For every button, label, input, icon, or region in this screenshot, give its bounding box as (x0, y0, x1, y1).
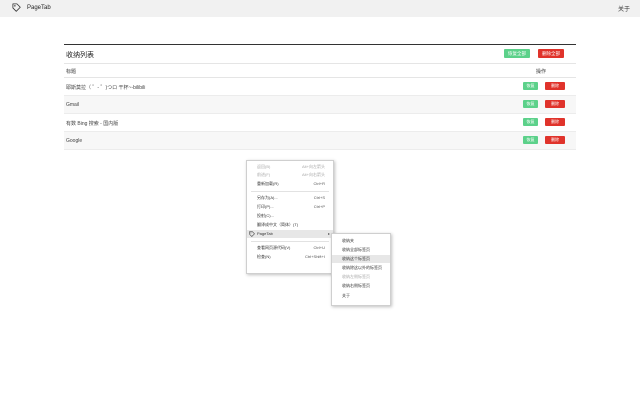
submenu-item-collect-this[interactable]: 收纳这个标签页 (332, 255, 390, 263)
tag-icon (249, 231, 255, 240)
menu-item-shortcut: Alt+向右箭头 (301, 172, 325, 177)
menu-item-shortcut: Ctrl+Shift+I (304, 254, 325, 259)
submenu-item-label: 收纳这个标签页 (342, 256, 370, 261)
submenu-item-label: 收纳左侧标签页 (342, 274, 370, 279)
delete-button[interactable]: 删除 (545, 82, 565, 90)
menu-item-reload[interactable]: 重新加载(R) Ctrl+R (247, 180, 333, 188)
context-menu: 返回(B) Alt+向左箭头 前进(F) Alt+向右箭头 重新加载(R) Ct… (246, 160, 334, 274)
table-header: 标题 操作 (64, 64, 576, 78)
submenu-item-label: 收纳夹 (342, 238, 354, 243)
menu-item-forward[interactable]: 前进(F) Alt+向右箭头 (247, 171, 333, 179)
card-header: 收纳列表 恢复全部 删除全部 (64, 45, 576, 64)
restore-button[interactable]: 恢复 (523, 118, 538, 126)
menu-item-inspect[interactable]: 检查(N) Ctrl+Shift+I (247, 253, 333, 261)
menu-item-label: 前进(F) (257, 172, 271, 177)
submenu-item-label: 收纳全部标签页 (342, 247, 370, 252)
menu-item-cast[interactable]: 投射(C)... (247, 212, 333, 220)
submenu-item-collect-others[interactable]: 收纳除这以外的标签页 (332, 264, 390, 272)
pagetab-submenu: 收纳夹 收纳全部标签页 收纳这个标签页 收纳除这以外的标签页 收纳左侧标签页 收… (331, 233, 391, 306)
restore-all-button[interactable]: 恢复全部 (504, 49, 530, 58)
menu-item-label: 检查(N) (257, 254, 271, 259)
about-link[interactable]: 关于 (618, 4, 630, 13)
submenu-item-label: 收纳除这以外的标签页 (342, 265, 382, 270)
submenu-item-label: 收纳右侧标签页 (342, 283, 370, 288)
menu-item-label: PageTab (257, 231, 273, 236)
menu-item-label: 查看网页源代码(V) (257, 245, 291, 250)
menu-item-label: 另存为(A)... (257, 195, 278, 200)
menu-item-shortcut: Alt+向左箭头 (301, 164, 325, 169)
menu-item-back[interactable]: 返回(B) Alt+向左箭头 (247, 163, 333, 171)
menu-item-print[interactable]: 打印(P)... Ctrl+P (247, 203, 333, 211)
table-row: 有数 Bing 搜索 - 国内版 恢复 删除 (64, 114, 576, 132)
menu-item-shortcut: Ctrl+S (313, 195, 325, 200)
column-header-title: 标题 (66, 69, 77, 75)
menu-item-translate[interactable]: 翻译成中文（简体）(T) (247, 221, 333, 229)
menu-item-save-as[interactable]: 另存为(A)... Ctrl+S (247, 194, 333, 202)
row-title[interactable]: 有数 Bing 搜索 - 国内版 (66, 120, 118, 127)
delete-button[interactable]: 删除 (545, 136, 565, 144)
menu-item-label: 投射(C)... (257, 213, 274, 218)
table-row: 耶斯莫拉（ ゜- ゜)つロ 干杯~-bilibili 恢复 删除 (64, 78, 576, 96)
brand-title: PageTab (27, 4, 51, 11)
brand[interactable]: PageTab (12, 3, 51, 12)
menu-item-shortcut: Ctrl+R (313, 181, 325, 186)
submenu-item-collection[interactable]: 收纳夹 (332, 237, 390, 245)
submenu-item-collect-all[interactable]: 收纳全部标签页 (332, 246, 390, 254)
menu-item-pagetab[interactable]: PageTab ▸ (247, 230, 333, 238)
submenu-item-collect-left[interactable]: 收纳左侧标签页 (332, 273, 390, 281)
row-title[interactable]: Google (66, 138, 82, 144)
chevron-right-icon: ▸ (327, 231, 330, 236)
submenu-item-about[interactable]: 关于 (332, 292, 390, 300)
collection-card: 收纳列表 恢复全部 删除全部 标题 操作 耶斯莫拉（ ゜- ゜)つロ 干杯~-b… (64, 44, 576, 150)
menu-item-view-source[interactable]: 查看网页源代码(V) Ctrl+U (247, 244, 333, 252)
card-title: 收纳列表 (66, 52, 94, 59)
submenu-item-label: 关于 (342, 293, 350, 298)
menu-item-shortcut: Ctrl+P (313, 204, 325, 209)
menu-item-label: 重新加载(R) (257, 181, 279, 186)
table-row: Gmail 恢复 删除 (64, 96, 576, 114)
tag-icon (12, 3, 21, 12)
menu-separator (251, 241, 329, 242)
menu-separator (251, 191, 329, 192)
row-title[interactable]: Gmail (66, 102, 79, 108)
menu-item-label: 打印(P)... (257, 204, 274, 209)
restore-button[interactable]: 恢复 (523, 136, 538, 144)
menu-item-label: 返回(B) (257, 164, 271, 169)
top-navbar: PageTab 关于 (0, 0, 640, 17)
menu-item-label: 翻译成中文（简体）(T) (257, 222, 299, 227)
menu-item-shortcut: Ctrl+U (313, 245, 325, 250)
delete-button[interactable]: 删除 (545, 100, 565, 108)
row-title[interactable]: 耶斯莫拉（ ゜- ゜)つロ 干杯~-bilibili (66, 84, 145, 91)
column-header-ops: 操作 (536, 69, 547, 75)
submenu-item-collect-right[interactable]: 收纳右侧标签页 (332, 282, 390, 290)
restore-button[interactable]: 恢复 (523, 100, 538, 108)
delete-button[interactable]: 删除 (545, 118, 565, 126)
delete-all-button[interactable]: 删除全部 (538, 49, 564, 58)
table-row: Google 恢复 删除 (64, 132, 576, 150)
restore-button[interactable]: 恢复 (523, 82, 538, 90)
